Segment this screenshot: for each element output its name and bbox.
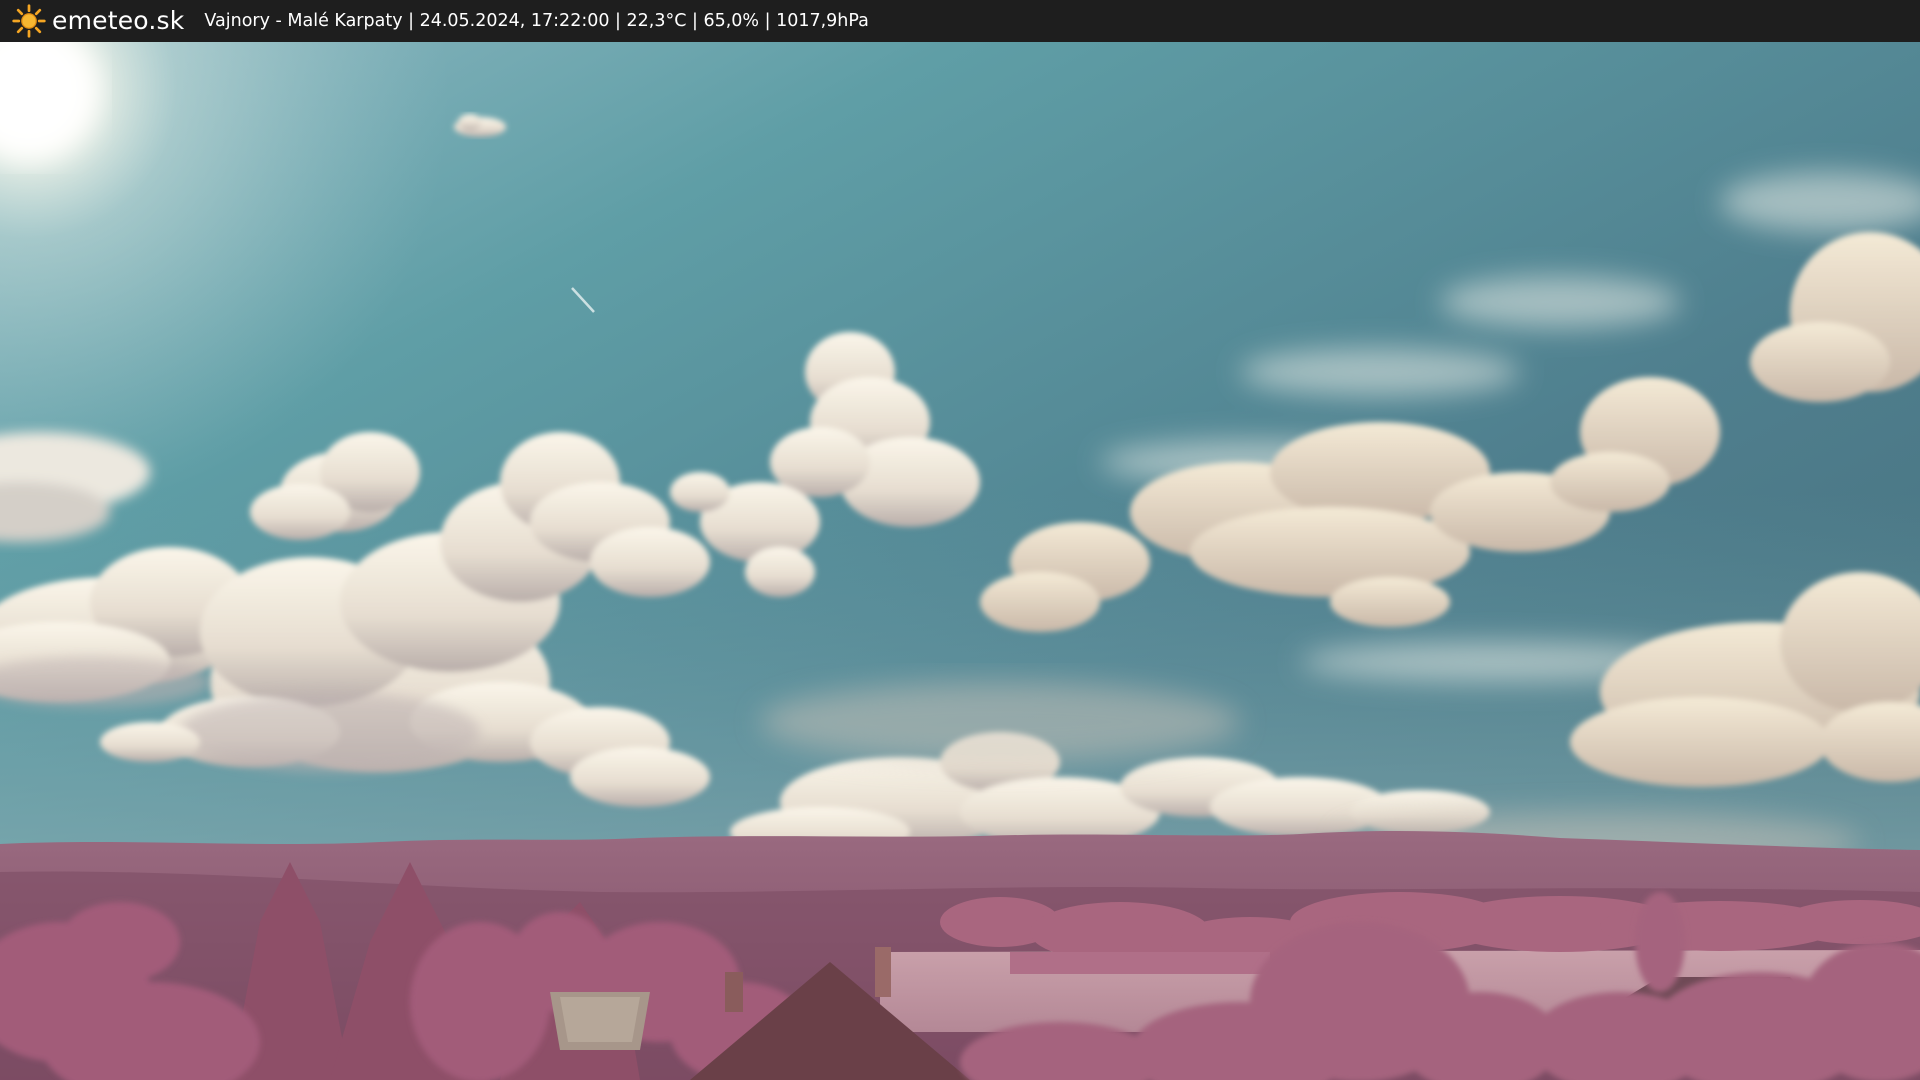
brand-name[interactable]: emeteo.sk: [52, 0, 184, 42]
webcam-page: emeteo.sk Vajnory - Malé Karpaty | 24.05…: [0, 0, 1920, 1080]
header-bar: emeteo.sk Vajnory - Malé Karpaty | 24.05…: [0, 0, 1920, 42]
sun-icon: [12, 4, 46, 38]
webcam-image: [0, 42, 1920, 1080]
weather-info-line: Vajnory - Malé Karpaty | 24.05.2024, 17:…: [204, 11, 869, 31]
